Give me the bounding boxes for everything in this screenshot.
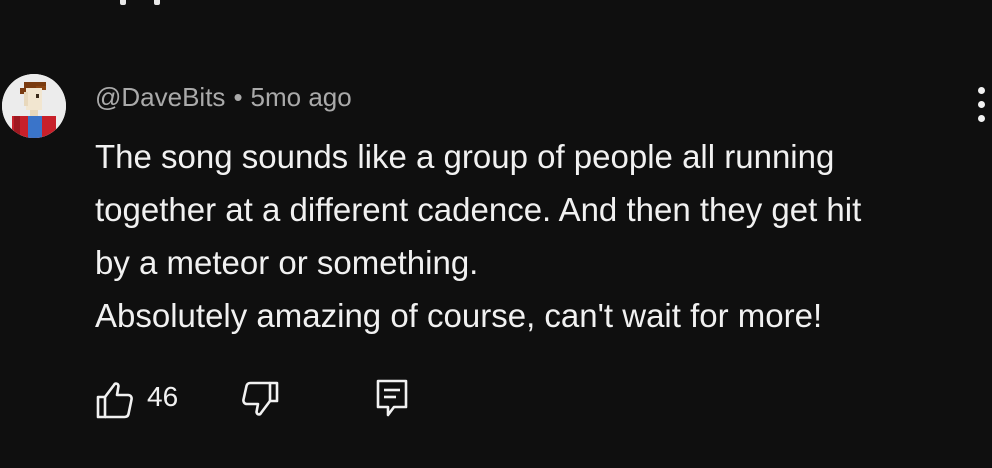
comment-line: The song sounds like a group of people a… [95,138,835,175]
avatar[interactable] [2,74,66,138]
like-button[interactable]: 46 [95,377,195,421]
separator-dot: • [233,82,243,112]
comment-line: Absolutely amazing of course, can't wait… [95,297,823,334]
thumbs-up-icon [96,382,133,419]
more-vertical-icon [978,87,985,94]
comment-body: The song sounds like a group of people a… [95,130,975,342]
reply-comment-icon [376,379,408,417]
comment-header: @DaveBits • 5mo ago [95,82,352,113]
like-count: 46 [147,381,179,412]
comment-thread: @DaveBits • 5mo ago The song sounds like a… [0,72,992,468]
comment-line: by a meteor or something. [95,244,479,281]
author-handle[interactable]: @DaveBits [95,82,225,112]
reply-button[interactable] [375,377,415,421]
comment-line: together at a different cadence. And the… [95,191,862,228]
previous-comment-remnant [120,0,180,6]
thumbs-down-icon [242,381,279,416]
comment-timestamp[interactable]: 5mo ago [251,82,352,112]
comment-menu-button[interactable] [970,87,992,127]
dislike-button[interactable] [240,377,284,421]
pixel-art-person-icon [2,74,66,138]
